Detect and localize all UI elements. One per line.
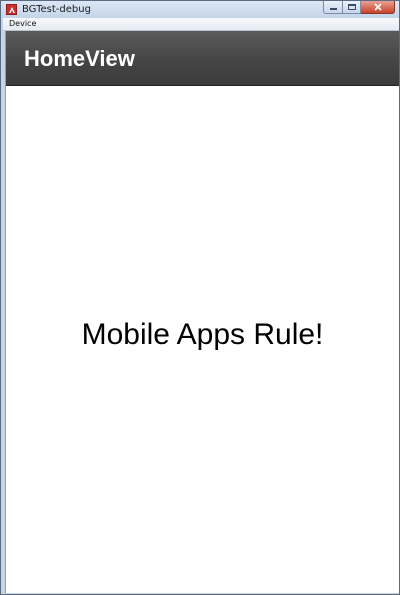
window-controls (323, 1, 395, 14)
window-titlebar[interactable]: BGTest-debug (1, 1, 399, 18)
view-title: HomeView (24, 46, 135, 71)
close-button[interactable] (361, 1, 395, 14)
minimize-icon (329, 8, 337, 10)
center-label: Mobile Apps Rule! (81, 318, 324, 351)
menu-bar: Device (3, 18, 399, 31)
app-client-area: HomeView Mobile Apps Rule! (5, 31, 399, 593)
home-view-body: Mobile Apps Rule! (6, 86, 399, 593)
maximize-icon (347, 4, 356, 10)
air-app-icon[interactable] (6, 4, 17, 15)
minimize-button[interactable] (323, 1, 343, 14)
app-window: BGTest-debug Device HomeView Mobile Apps… (0, 0, 400, 595)
close-icon (373, 3, 382, 11)
menu-item-device[interactable]: Device (9, 19, 36, 28)
window-title: BGTest-debug (22, 4, 91, 15)
action-bar: HomeView (6, 31, 399, 86)
maximize-button[interactable] (343, 1, 361, 14)
